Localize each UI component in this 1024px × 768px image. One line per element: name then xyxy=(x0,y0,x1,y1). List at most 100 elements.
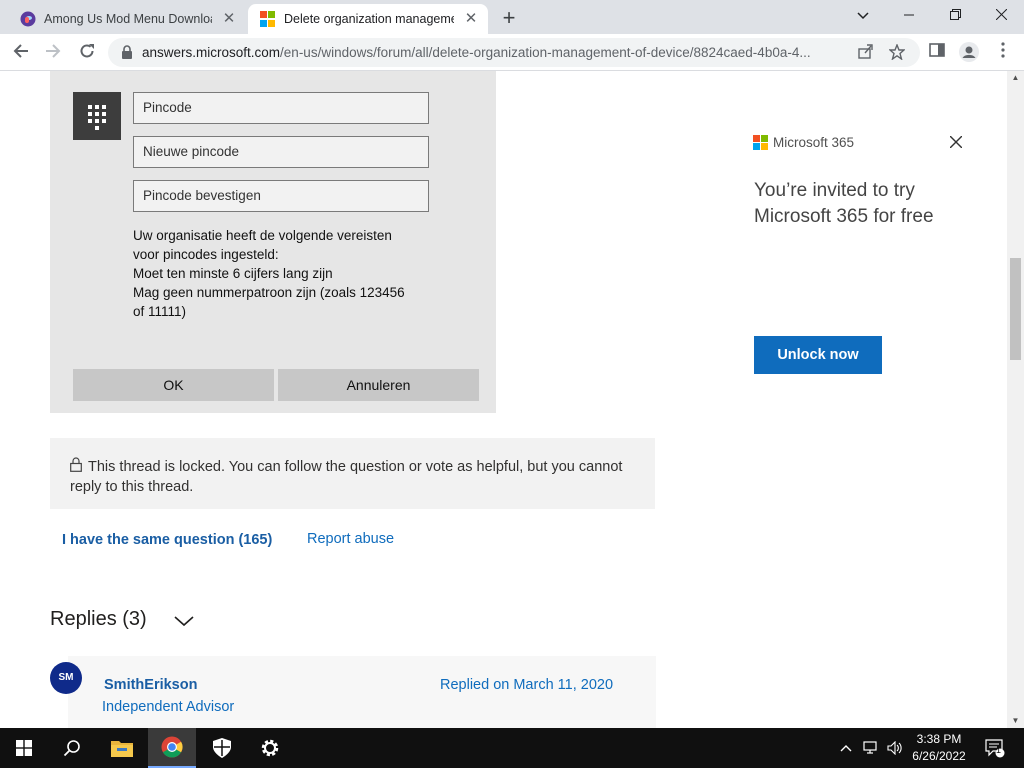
notification-icon xyxy=(985,739,1005,758)
restore-button[interactable] xyxy=(932,0,978,30)
ad-headline: You’re invited to try Microsoft 365 for … xyxy=(754,180,934,227)
forward-button[interactable] xyxy=(40,40,66,66)
star-icon xyxy=(888,43,906,61)
url-text: answers.microsoft.com/en-us/windows/foru… xyxy=(142,45,811,60)
pin-dialog-image: Pincode Nieuwe pincode Pincode bevestige… xyxy=(50,71,496,413)
tab-title: Delete organization managemen xyxy=(284,12,454,26)
clock-date: 6/26/2022 xyxy=(912,749,966,763)
sidebar-icon xyxy=(929,43,945,57)
close-window-button[interactable] xyxy=(978,0,1024,30)
settings-button[interactable] xyxy=(246,728,294,768)
windows-taskbar: 3:38 PM 6/26/2022 1 xyxy=(0,728,1024,768)
reload-button[interactable] xyxy=(74,40,100,66)
requirements-line: Moet ten minste 6 cijfers lang zijn xyxy=(133,266,333,281)
action-center-button[interactable]: 1 xyxy=(980,728,1010,768)
share-icon xyxy=(857,44,873,59)
new-pin-input: Nieuwe pincode xyxy=(133,136,429,168)
tab-search-button[interactable] xyxy=(840,0,886,30)
avatar[interactable]: SM xyxy=(50,662,82,694)
requirements-line: Uw organisatie heeft de volgende vereist… xyxy=(133,228,392,243)
pin-input: Pincode xyxy=(133,92,429,124)
search-icon xyxy=(63,740,80,757)
page-viewport: Pincode Nieuwe pincode Pincode bevestige… xyxy=(0,71,1024,728)
browser-menu-button[interactable] xyxy=(992,42,1014,64)
ad-brand: Microsoft 365 xyxy=(773,135,855,150)
page-scrollbar[interactable]: ▲ ▼ xyxy=(1007,71,1024,728)
bookmark-button[interactable] xyxy=(888,43,906,62)
close-icon xyxy=(949,135,963,149)
minimize-icon xyxy=(904,14,914,16)
microsoft-favicon-icon xyxy=(260,11,276,27)
volume-button[interactable] xyxy=(884,728,906,768)
windows-start-icon xyxy=(16,740,32,756)
close-icon xyxy=(995,8,1007,21)
menu-dots-icon xyxy=(1001,42,1005,58)
file-explorer-icon xyxy=(111,741,133,757)
ok-button: OK xyxy=(73,369,274,401)
windows-security-button[interactable] xyxy=(198,728,246,768)
ad-close-button[interactable] xyxy=(947,133,965,151)
chevron-up-icon xyxy=(840,745,852,752)
network-button[interactable] xyxy=(860,728,882,768)
address-bar[interactable]: answers.microsoft.com/en-us/windows/foru… xyxy=(108,38,920,67)
microsoft-logo-icon xyxy=(753,135,768,150)
search-button[interactable] xyxy=(48,728,96,768)
reply-date-link[interactable]: Replied on March 11, 2020 xyxy=(440,677,613,693)
lock-icon xyxy=(70,457,82,472)
locked-text: This thread is locked. You can follow th… xyxy=(70,457,623,495)
keypad-icon xyxy=(88,105,106,130)
side-panel-button[interactable] xyxy=(926,42,948,64)
network-icon xyxy=(863,741,877,754)
tab-delete-organization[interactable]: Delete organization managemen ✕ xyxy=(248,4,488,34)
new-tab-button[interactable]: + xyxy=(496,6,522,32)
security-icon xyxy=(213,738,231,758)
settings-icon xyxy=(261,739,279,757)
clock-time: 3:38 PM xyxy=(916,732,962,746)
reply-author-link[interactable]: SmithErikson xyxy=(104,677,197,693)
file-explorer-button[interactable] xyxy=(98,728,146,768)
among-us-favicon-icon xyxy=(20,11,36,27)
thread-locked-notice: This thread is locked. You can follow th… xyxy=(50,438,655,509)
notification-count: 1 xyxy=(996,745,1002,755)
report-abuse-link[interactable]: Report abuse xyxy=(307,531,394,547)
taskbar-clock[interactable]: 3:38 PM 6/26/2022 xyxy=(905,731,973,765)
tray-overflow-button[interactable] xyxy=(836,728,856,768)
tab-among-us[interactable]: Among Us Mod Menu Download ✕ xyxy=(8,4,246,34)
share-button[interactable] xyxy=(856,44,874,62)
start-button[interactable] xyxy=(0,728,48,768)
back-arrow-icon xyxy=(13,44,28,58)
profile-icon xyxy=(959,42,979,62)
replies-heading: Replies (3) xyxy=(50,608,147,630)
pin-requirements: Uw organisatie heeft de volgende vereist… xyxy=(133,226,433,321)
chrome-icon xyxy=(161,736,183,758)
chevron-down-icon[interactable] xyxy=(172,609,196,633)
close-tab-icon[interactable]: ✕ xyxy=(462,10,480,28)
minimize-button[interactable] xyxy=(886,0,932,30)
unlock-now-button[interactable]: Unlock now xyxy=(754,336,882,374)
browser-tab-strip: Among Us Mod Menu Download ✕ Delete orga… xyxy=(0,0,1024,34)
cancel-button: Annuleren xyxy=(278,369,479,401)
close-tab-icon[interactable]: ✕ xyxy=(220,10,238,28)
chevron-down-icon xyxy=(857,12,869,20)
requirements-line: Mag geen nummerpatroon zijn (zoals 12345… xyxy=(133,285,405,300)
chrome-taskbar-button[interactable] xyxy=(148,728,196,768)
confirm-pin-input: Pincode bevestigen xyxy=(133,180,429,212)
keypad-tile xyxy=(73,92,121,140)
profile-button[interactable] xyxy=(958,42,980,64)
forward-arrow-icon xyxy=(46,44,61,58)
restore-icon xyxy=(949,9,961,20)
scroll-up-arrow-icon[interactable]: ▲ xyxy=(1007,71,1024,85)
lock-icon xyxy=(122,45,132,59)
browser-toolbar: answers.microsoft.com/en-us/windows/foru… xyxy=(0,34,1024,71)
requirements-line: of 11111) xyxy=(133,304,187,319)
requirements-line: voor pincodes ingesteld: xyxy=(133,247,279,262)
scroll-thumb[interactable] xyxy=(1010,258,1021,360)
tab-title: Among Us Mod Menu Download xyxy=(44,12,212,26)
same-question-button[interactable]: I have the same question (165) xyxy=(62,532,272,548)
reload-icon xyxy=(80,44,94,58)
scroll-down-arrow-icon[interactable]: ▼ xyxy=(1007,714,1024,728)
reply-author-role[interactable]: Independent Advisor xyxy=(102,699,234,715)
volume-icon xyxy=(887,741,902,755)
microsoft-365-logo: Microsoft 365 xyxy=(753,135,854,150)
back-button[interactable] xyxy=(8,40,34,66)
